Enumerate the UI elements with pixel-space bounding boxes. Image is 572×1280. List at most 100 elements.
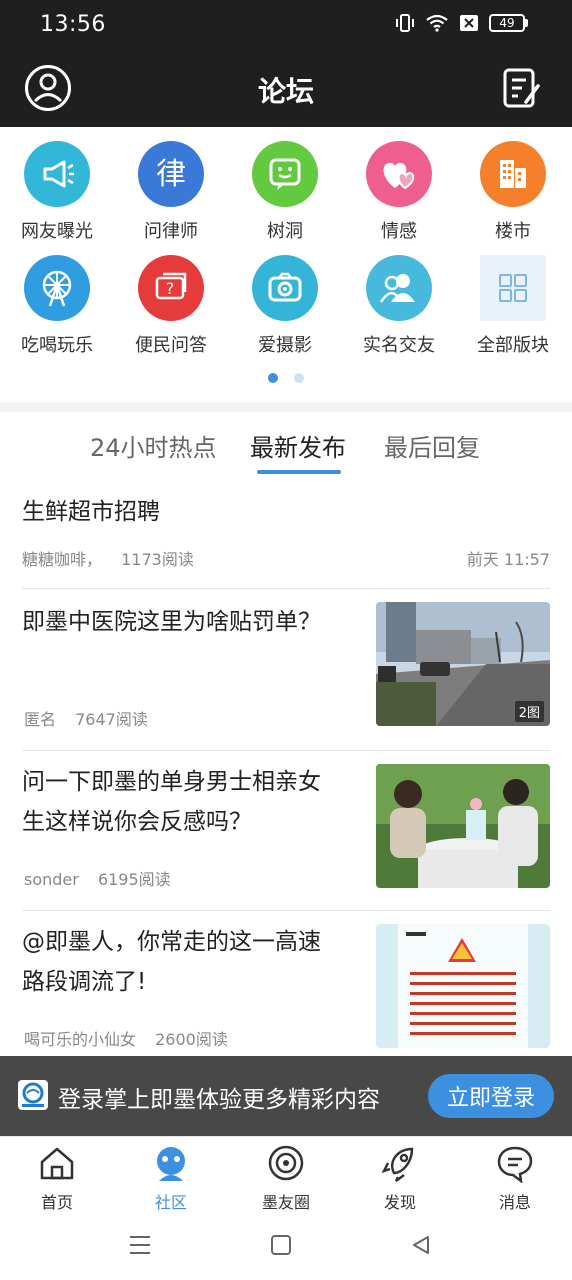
category-label: 吃喝玩乐	[21, 335, 93, 356]
back-icon[interactable]	[410, 1234, 432, 1256]
category-ai-sheying[interactable]: 爱摄影	[228, 241, 342, 361]
chat-face-icon	[252, 141, 318, 207]
nav-community[interactable]: 社区	[121, 1143, 221, 1213]
category-quanbu-bankuai[interactable]: 全部版块	[456, 241, 570, 361]
category-shiming-jiaoyou[interactable]: 实名交友	[342, 241, 456, 361]
nav-label: 消息	[498, 1193, 531, 1212]
category-wangyou-baoguang[interactable]: 网友曝光	[0, 127, 114, 247]
category-grid: 网友曝光 律 问律师 树洞 情感 楼市 吃喝玩乐 ? 便民问答 爱摄影 实名交友…	[0, 127, 572, 402]
tab-hot[interactable]: 24小时热点	[90, 428, 217, 463]
category-loushi[interactable]: 楼市	[456, 127, 570, 247]
nav-discover[interactable]: 发现	[350, 1143, 450, 1213]
post-item[interactable]: 即墨中医院这里为啥贴罚单？ 匿名 7647阅读 2图	[22, 602, 550, 730]
post-meta: 喝可乐的小仙女 2600阅读	[24, 1026, 228, 1050]
post-read-count: 6195阅读	[97, 870, 171, 889]
rocket-icon	[381, 1147, 414, 1182]
dating-photo-image	[376, 764, 550, 888]
sim-icon	[460, 15, 478, 31]
post-title: 生鲜超市招聘	[22, 499, 160, 525]
post-title: 问一下即墨的单身男士相亲女 生这样说你会反感吗？	[22, 762, 362, 842]
nav-messages[interactable]: 消息	[465, 1143, 565, 1213]
divider	[22, 910, 550, 911]
post-thumbnail[interactable]	[376, 924, 550, 1048]
post-title-line: 问一下即墨的单身男士相亲女	[22, 769, 321, 795]
battery-level: 49	[489, 14, 525, 32]
category-label: 网友曝光	[21, 221, 93, 242]
post-meta: 匿名 7647阅读	[24, 706, 148, 730]
question-chat-icon: ?	[138, 255, 204, 321]
post-item[interactable]: 生鲜超市招聘 糖糖咖啡， 1173阅读 前天 11:57	[22, 492, 550, 588]
people-icon	[366, 255, 432, 321]
svg-text:?: ?	[166, 279, 175, 298]
category-label: 爱摄影	[258, 335, 312, 356]
home-icon	[40, 1147, 74, 1180]
post-thumbnail[interactable]: 2图	[376, 602, 550, 726]
post-author-name: 匿名	[24, 710, 57, 729]
post-title: 即墨中医院这里为啥贴罚单？	[22, 609, 321, 635]
new-post-icon[interactable]	[502, 66, 542, 110]
active-tab-indicator	[257, 470, 341, 474]
battery-indicator: 49	[489, 14, 528, 32]
divider	[22, 588, 550, 589]
svg-text:律: 律	[156, 157, 186, 192]
category-label: 全部版块	[477, 335, 549, 356]
page-dot[interactable]	[294, 373, 304, 383]
login-prompt-text: 登录掌上即墨体验更多精彩内容	[58, 1087, 380, 1113]
top-bar: 13:56 49 论坛	[0, 0, 572, 127]
category-shudong[interactable]: 树洞	[228, 127, 342, 247]
law-icon: 律	[138, 141, 204, 207]
post-author-name: 喝可乐的小仙女	[24, 1030, 137, 1049]
vibrate-icon	[396, 14, 414, 32]
tab-last-reply[interactable]: 最后回复	[384, 428, 480, 463]
post-meta: sonder 6195阅读	[24, 866, 171, 890]
section-separator	[0, 402, 572, 412]
image-count-badge: 2图	[514, 701, 544, 722]
tab-latest[interactable]: 最新发布	[250, 428, 346, 463]
post-read-count: 2600阅读	[155, 1030, 228, 1049]
forum-screen: 13:56 49 论坛 网友曝光 律 问律师 树洞 情感 楼市 吃喝玩乐 ? 便…	[0, 0, 572, 1280]
menu-icon[interactable]	[128, 1234, 152, 1256]
nav-label: 首页	[40, 1193, 73, 1212]
post-title-line: 路段调流了!	[22, 969, 147, 995]
page-title: 论坛	[257, 75, 314, 108]
post-read-count: 1173阅读	[121, 550, 194, 569]
grid-icon	[480, 255, 546, 321]
hearts-icon	[366, 141, 432, 207]
nav-circle[interactable]: 墨友圈	[236, 1143, 336, 1213]
status-time: 13:56	[40, 12, 106, 37]
post-thumbnail[interactable]	[376, 764, 550, 888]
community-icon	[157, 1147, 185, 1181]
category-label: 便民问答	[135, 335, 207, 356]
building-icon	[480, 141, 546, 207]
nav-label: 社区	[154, 1193, 187, 1212]
post-item[interactable]: 问一下即墨的单身男士相亲女 生这样说你会反感吗？ sonder 6195阅读	[22, 762, 550, 890]
post-author-name: 糖糖咖啡，	[22, 550, 103, 569]
camera-icon	[252, 255, 318, 321]
post-read-count: 7647阅读	[75, 710, 148, 729]
login-button[interactable]: 立即登录	[428, 1074, 554, 1118]
post-title-line: @即墨人，你常走的这一高速	[22, 929, 321, 955]
home-square-icon[interactable]	[270, 1234, 292, 1256]
page-dot-active[interactable]	[268, 373, 278, 383]
post-item[interactable]: @即墨人，你常走的这一高速 路段调流了! 喝可乐的小仙女 2600阅读	[22, 922, 550, 1050]
category-label: 情感	[381, 221, 417, 242]
page-indicator	[0, 373, 572, 383]
category-bianmin-wenda[interactable]: ? 便民问答	[114, 241, 228, 361]
app-logo-icon	[18, 1080, 48, 1110]
category-chihe-wanle[interactable]: 吃喝玩乐	[0, 241, 114, 361]
category-label: 问律师	[144, 221, 198, 242]
nav-label: 墨友圈	[261, 1193, 310, 1212]
category-label: 树洞	[267, 221, 303, 242]
road-notice-image	[376, 924, 550, 1048]
category-label: 楼市	[495, 221, 531, 242]
category-qinggan[interactable]: 情感	[342, 127, 456, 247]
category-wen-lvshi[interactable]: 律 问律师	[114, 127, 228, 247]
megaphone-icon	[24, 141, 90, 207]
login-prompt-bar: 登录掌上即墨体验更多精彩内容 立即登录	[0, 1056, 572, 1136]
divider	[22, 750, 550, 751]
post-author: 糖糖咖啡， 1173阅读	[22, 546, 194, 570]
nav-home[interactable]: 首页	[7, 1143, 107, 1213]
wifi-icon	[426, 14, 448, 32]
post-author-name: sonder	[24, 870, 79, 889]
ferris-wheel-icon	[24, 255, 90, 321]
